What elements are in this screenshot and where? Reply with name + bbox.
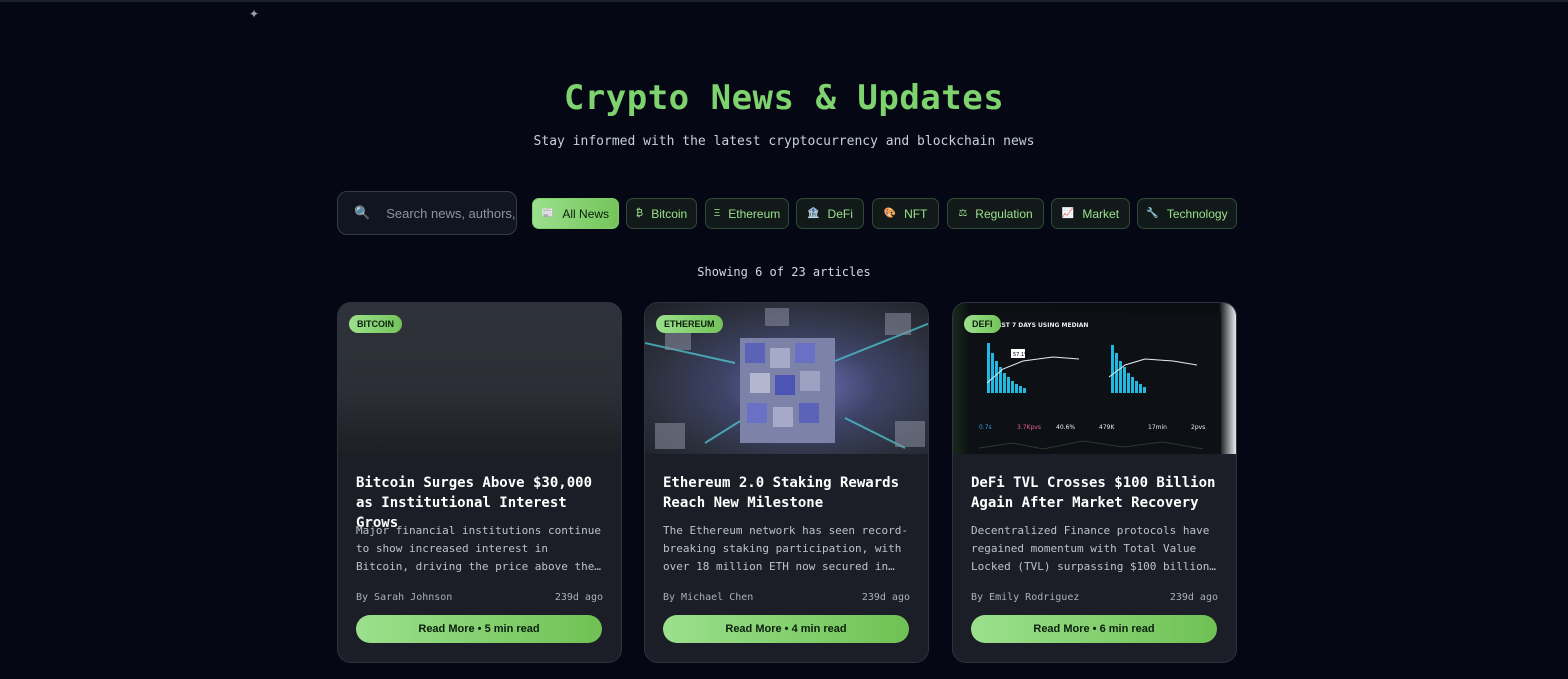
search-input[interactable] [386, 205, 516, 221]
dashboard-stat: 3.7Kpvs [1017, 424, 1041, 431]
article-card[interactable]: ETHEREUM Ethereum 2.0 Staking Rewards Re… [644, 302, 929, 663]
newspaper-icon: 📰 [541, 208, 555, 219]
article-date: 239d ago [554, 592, 603, 603]
filter-label: DeFi [827, 206, 853, 221]
palette-icon: 🎨 [883, 208, 897, 219]
filter-ethereum[interactable]: Ξ Ethereum [705, 198, 789, 229]
dashboard-header-text: LAST 7 DAYS USING MEDIAN [993, 322, 1088, 329]
filter-nft[interactable]: 🎨 NFT [872, 198, 939, 229]
article-description: Decentralized Finance protocols have reg… [971, 524, 1217, 573]
wrench-icon: 🔧 [1146, 208, 1159, 219]
article-description: Major financial institutions continue to… [356, 524, 602, 573]
search-box[interactable]: 🔍 [337, 191, 517, 235]
article-title[interactable]: Ethereum 2.0 Staking Rewards Reach New M… [663, 473, 913, 513]
article-card[interactable]: LAST 7 DAYS USING MEDIAN 57.1% 0.7s 3.7K… [952, 302, 1237, 663]
filter-label: Ethereum [728, 206, 781, 221]
filter-label: Technology [1166, 206, 1228, 221]
bank-icon: 🏦 [807, 208, 820, 219]
article-author: By Emily Rodriguez [971, 592, 1080, 603]
search-icon: 🔍 [354, 205, 371, 221]
read-more-button[interactable]: Read More • 5 min read [356, 615, 602, 643]
filter-technology[interactable]: 🔧 Technology [1137, 198, 1237, 229]
article-image: LAST 7 DAYS USING MEDIAN 57.1% 0.7s 3.7K… [953, 303, 1236, 454]
category-badge: BITCOIN [349, 315, 402, 333]
page-title: Crypto News & Updates [563, 78, 1005, 118]
article-date: 239d ago [1169, 592, 1218, 603]
article-date: 239d ago [861, 592, 910, 603]
category-badge: ETHEREUM [656, 315, 723, 333]
sparkle-icon: ✦ [249, 7, 260, 21]
filter-defi[interactable]: 🏦 DeFi [796, 198, 864, 229]
read-more-button[interactable]: Read More • 4 min read [663, 615, 909, 643]
article-image: BITCOIN [338, 303, 621, 454]
filter-label: NFT [904, 206, 928, 221]
filter-market[interactable]: 📈 Market [1051, 198, 1130, 229]
filter-regulation[interactable]: ⚖ Regulation [947, 198, 1044, 229]
article-card[interactable]: BITCOIN Bitcoin Surges Above $30,000 as … [337, 302, 622, 663]
category-badge: DEFI [964, 315, 1001, 333]
filter-bitcoin[interactable]: ₿ Bitcoin [626, 198, 697, 229]
page-subtitle: Stay informed with the latest cryptocurr… [533, 134, 1035, 149]
top-divider [0, 0, 1568, 2]
bitcoin-icon: ₿ [635, 208, 644, 219]
filter-label: Regulation [975, 206, 1033, 221]
dashboard-stat: 40.6% [1056, 424, 1075, 431]
dashboard-stat: 2pvs [1191, 424, 1205, 431]
filter-label: All News [562, 206, 610, 221]
article-description: The Ethereum network has seen record-bre… [663, 524, 909, 573]
filter-all-news[interactable]: 📰 All News [532, 198, 619, 229]
scales-icon: ⚖ [958, 208, 968, 219]
dashboard-stat: 17min [1148, 424, 1167, 431]
article-author: By Sarah Johnson [356, 592, 453, 603]
dashboard-stat: 479K [1099, 424, 1115, 431]
ethereum-icon: Ξ [713, 208, 721, 219]
filter-label: Bitcoin [651, 206, 688, 221]
filter-label: Market [1082, 206, 1120, 221]
chart-icon: 📈 [1061, 208, 1075, 219]
article-title[interactable]: DeFi TVL Crosses $100 Billion Again Afte… [971, 473, 1221, 513]
dashboard-callout: 57.1% [1013, 352, 1029, 358]
article-image: ETHEREUM [645, 303, 928, 454]
results-count: Showing 6 of 23 articles [697, 265, 871, 279]
read-more-button[interactable]: Read More • 6 min read [971, 615, 1217, 643]
dashboard-stat: 0.7s [979, 424, 992, 431]
article-author: By Michael Chen [663, 592, 754, 603]
